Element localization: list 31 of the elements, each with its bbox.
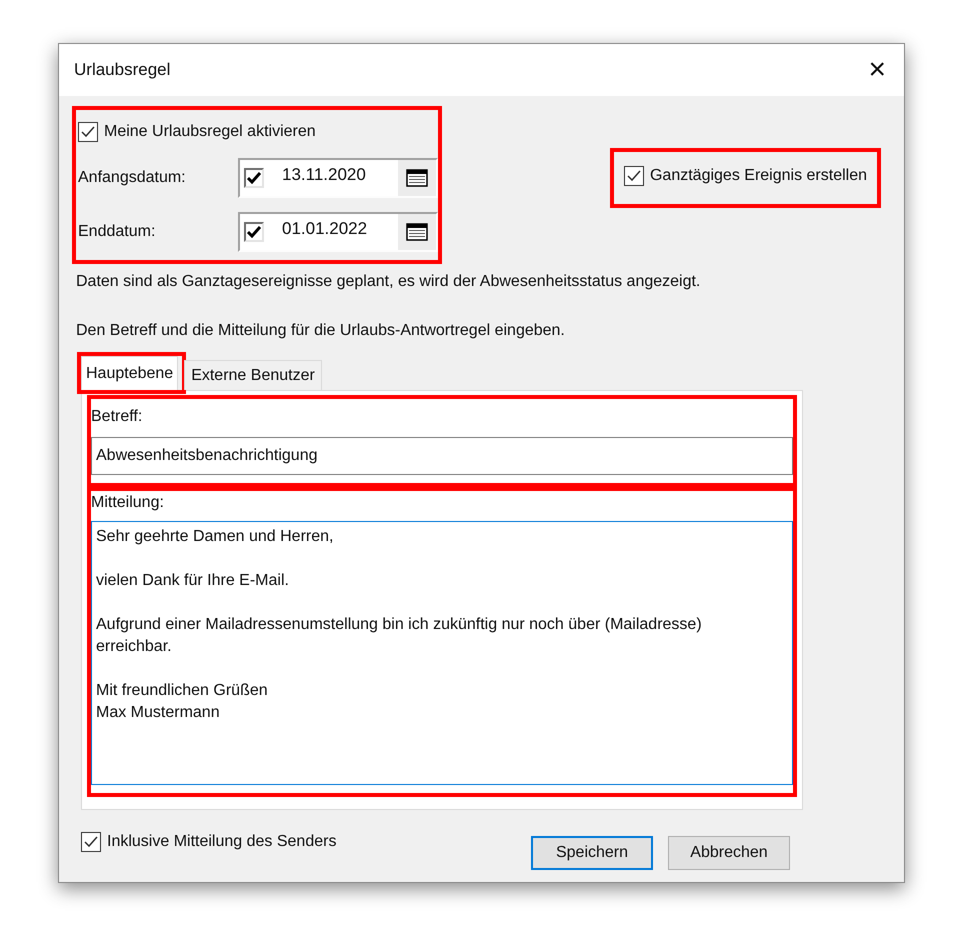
subject-field[interactable]: Abwesenheitsbenachrichtigung [91, 437, 793, 475]
checkbox[interactable] [244, 168, 264, 188]
close-button[interactable]: × [864, 55, 890, 85]
info-text: Daten sind als Ganztagesereignisse geplant, es wird der Abwesenheitsstatus angezeigt. [76, 272, 702, 292]
date-label: Enddatum: [78, 222, 156, 242]
dialog-button[interactable]: Speichern [531, 836, 653, 870]
checkbox-label: Inklusive Mitteilung des Senders [107, 832, 336, 852]
window-title: Urlaubsregel [74, 59, 170, 82]
subject-label: Betreff: [91, 407, 144, 427]
date-field[interactable]: 01.01.2022 [238, 212, 438, 252]
tab[interactable]: Hauptebene [81, 356, 178, 391]
calendar-icon[interactable] [398, 160, 436, 196]
checkbox[interactable] [244, 222, 264, 242]
date-label: Anfangsdatum: [78, 168, 186, 188]
message-label: Mitteilung: [91, 493, 165, 513]
checkbox[interactable] [81, 832, 101, 852]
date-field[interactable]: 13.11.2020 [238, 158, 438, 198]
checkmark-icon [84, 836, 98, 848]
calendar-icon[interactable] [398, 214, 436, 250]
tab[interactable]: Externe Benutzer [184, 360, 322, 390]
checkmark-icon [247, 172, 261, 184]
message-field[interactable]: Sehr geehrte Damen und Herren, vielen Dank für Ihre E-Mail. Aufgrund einer Mailadressenumstellung bin ich zukünftig nur noch über (Mailadresse) erreichbar. Mit freundlichen Grüßen Max Mustermann [91, 521, 793, 785]
checkbox-label: Ganztägiges Ereignis erstellen [650, 166, 867, 186]
checkmark-icon [626, 170, 641, 182]
checkbox-label: Meine Urlaubsregel aktivieren [104, 122, 316, 142]
checkmark-icon [81, 126, 95, 138]
info-text: Den Betreff und die Mitteilung für die Urlaubs-Antwortregel eingeben. [76, 321, 566, 341]
dialog-button[interactable]: Abbrechen [668, 836, 790, 870]
checkmark-icon [247, 226, 261, 238]
checkbox[interactable] [624, 166, 644, 186]
checkbox[interactable] [78, 122, 98, 142]
